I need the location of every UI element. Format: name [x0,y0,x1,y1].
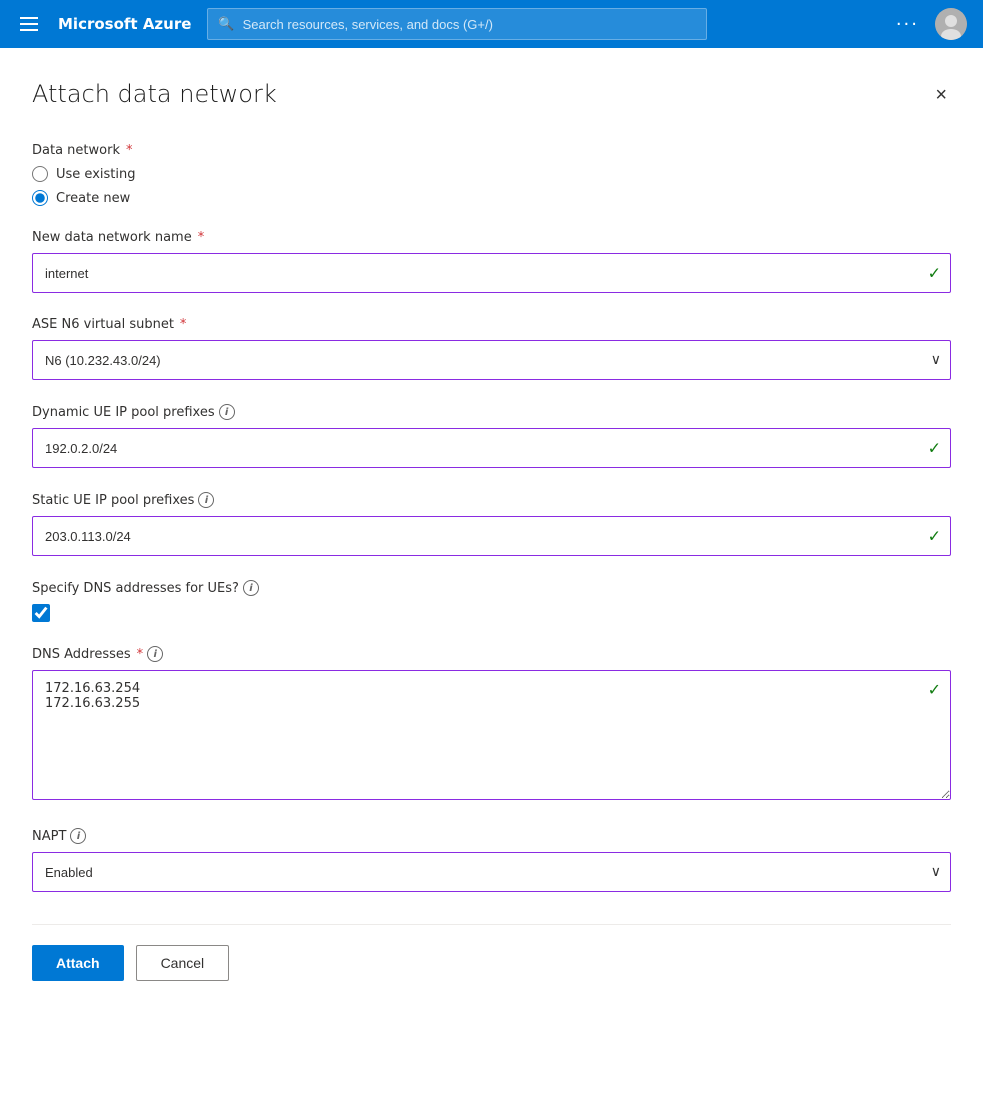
dns-addresses-section: DNS Addresses * i 172.16.63.254 172.16.6… [32,646,951,804]
new-network-name-label: New data network name * [32,230,951,245]
new-network-name-input[interactable] [32,253,951,293]
dynamic-pool-label: Dynamic UE IP pool prefixes i [32,404,951,420]
use-existing-label: Use existing [56,167,135,182]
data-network-section: Data network * Use existing Create new [32,143,951,206]
close-button[interactable]: × [931,80,951,111]
napt-wrapper: Enabled Disabled ∨ [32,852,951,892]
data-network-radio-group: Use existing Create new [32,166,951,206]
ase-subnet-wrapper: N6 (10.232.43.0/24) ∨ [32,340,951,380]
attach-button[interactable]: Attach [32,945,124,981]
avatar[interactable] [935,8,967,40]
static-pool-check-icon: ✓ [928,527,941,546]
specify-dns-checkbox-wrapper [32,604,951,622]
cancel-button[interactable]: Cancel [136,945,230,981]
napt-info-icon[interactable]: i [70,828,86,844]
topbar-right: ··· [888,8,967,40]
specify-dns-label: Specify DNS addresses for UEs? i [32,580,951,596]
topbar: Microsoft Azure 🔍 ··· [0,0,983,48]
dns-addresses-textarea[interactable]: 172.16.63.254 172.16.63.255 [32,670,951,800]
topbar-more-icon[interactable]: ··· [888,10,927,39]
new-network-name-section: New data network name * ✓ [32,230,951,293]
napt-dropdown[interactable]: Enabled Disabled [32,852,951,892]
dynamic-pool-section: Dynamic UE IP pool prefixes i ✓ [32,404,951,468]
dialog-header: Attach data network × [32,80,951,111]
search-icon: 🔍 [218,17,234,32]
dns-check-icon: ✓ [928,680,941,699]
static-pool-input[interactable] [32,516,951,556]
required-star-ase: * [180,317,187,332]
search-input[interactable] [243,17,697,32]
use-existing-option[interactable]: Use existing [32,166,951,182]
specify-dns-section: Specify DNS addresses for UEs? i [32,580,951,622]
static-pool-label: Static UE IP pool prefixes i [32,492,951,508]
use-existing-radio[interactable] [32,166,48,182]
ase-subnet-section: ASE N6 virtual subnet * N6 (10.232.43.0/… [32,317,951,380]
create-new-radio[interactable] [32,190,48,206]
brand-name: Microsoft Azure [58,15,191,33]
required-star-name: * [198,230,205,245]
dynamic-pool-info-icon[interactable]: i [219,404,235,420]
dialog-footer: Attach Cancel [32,924,951,981]
dns-addresses-label: DNS Addresses * i [32,646,951,662]
specify-dns-checkbox[interactable] [32,604,50,622]
dns-addresses-wrapper: 172.16.63.254 172.16.63.255 ✓ [32,670,951,804]
required-star-dns: * [137,647,144,662]
required-indicator: * [126,143,133,158]
main-content: Attach data network × Data network * Use… [0,48,983,1100]
name-check-icon: ✓ [928,264,941,283]
create-new-option[interactable]: Create new [32,190,951,206]
new-network-name-wrapper: ✓ [32,253,951,293]
dns-addresses-info-icon[interactable]: i [147,646,163,662]
static-pool-section: Static UE IP pool prefixes i ✓ [32,492,951,556]
static-pool-wrapper: ✓ [32,516,951,556]
search-bar[interactable]: 🔍 [207,8,707,40]
napt-section: NAPT i Enabled Disabled ∨ [32,828,951,892]
dynamic-pool-check-icon: ✓ [928,439,941,458]
hamburger-menu[interactable] [16,13,42,35]
dialog-title: Attach data network [32,80,277,108]
dynamic-pool-input[interactable] [32,428,951,468]
specify-dns-info-icon[interactable]: i [243,580,259,596]
data-network-label: Data network * [32,143,951,158]
napt-label: NAPT i [32,828,951,844]
static-pool-info-icon[interactable]: i [198,492,214,508]
ase-subnet-label: ASE N6 virtual subnet * [32,317,951,332]
dynamic-pool-wrapper: ✓ [32,428,951,468]
create-new-label: Create new [56,191,130,206]
ase-subnet-dropdown[interactable]: N6 (10.232.43.0/24) [32,340,951,380]
